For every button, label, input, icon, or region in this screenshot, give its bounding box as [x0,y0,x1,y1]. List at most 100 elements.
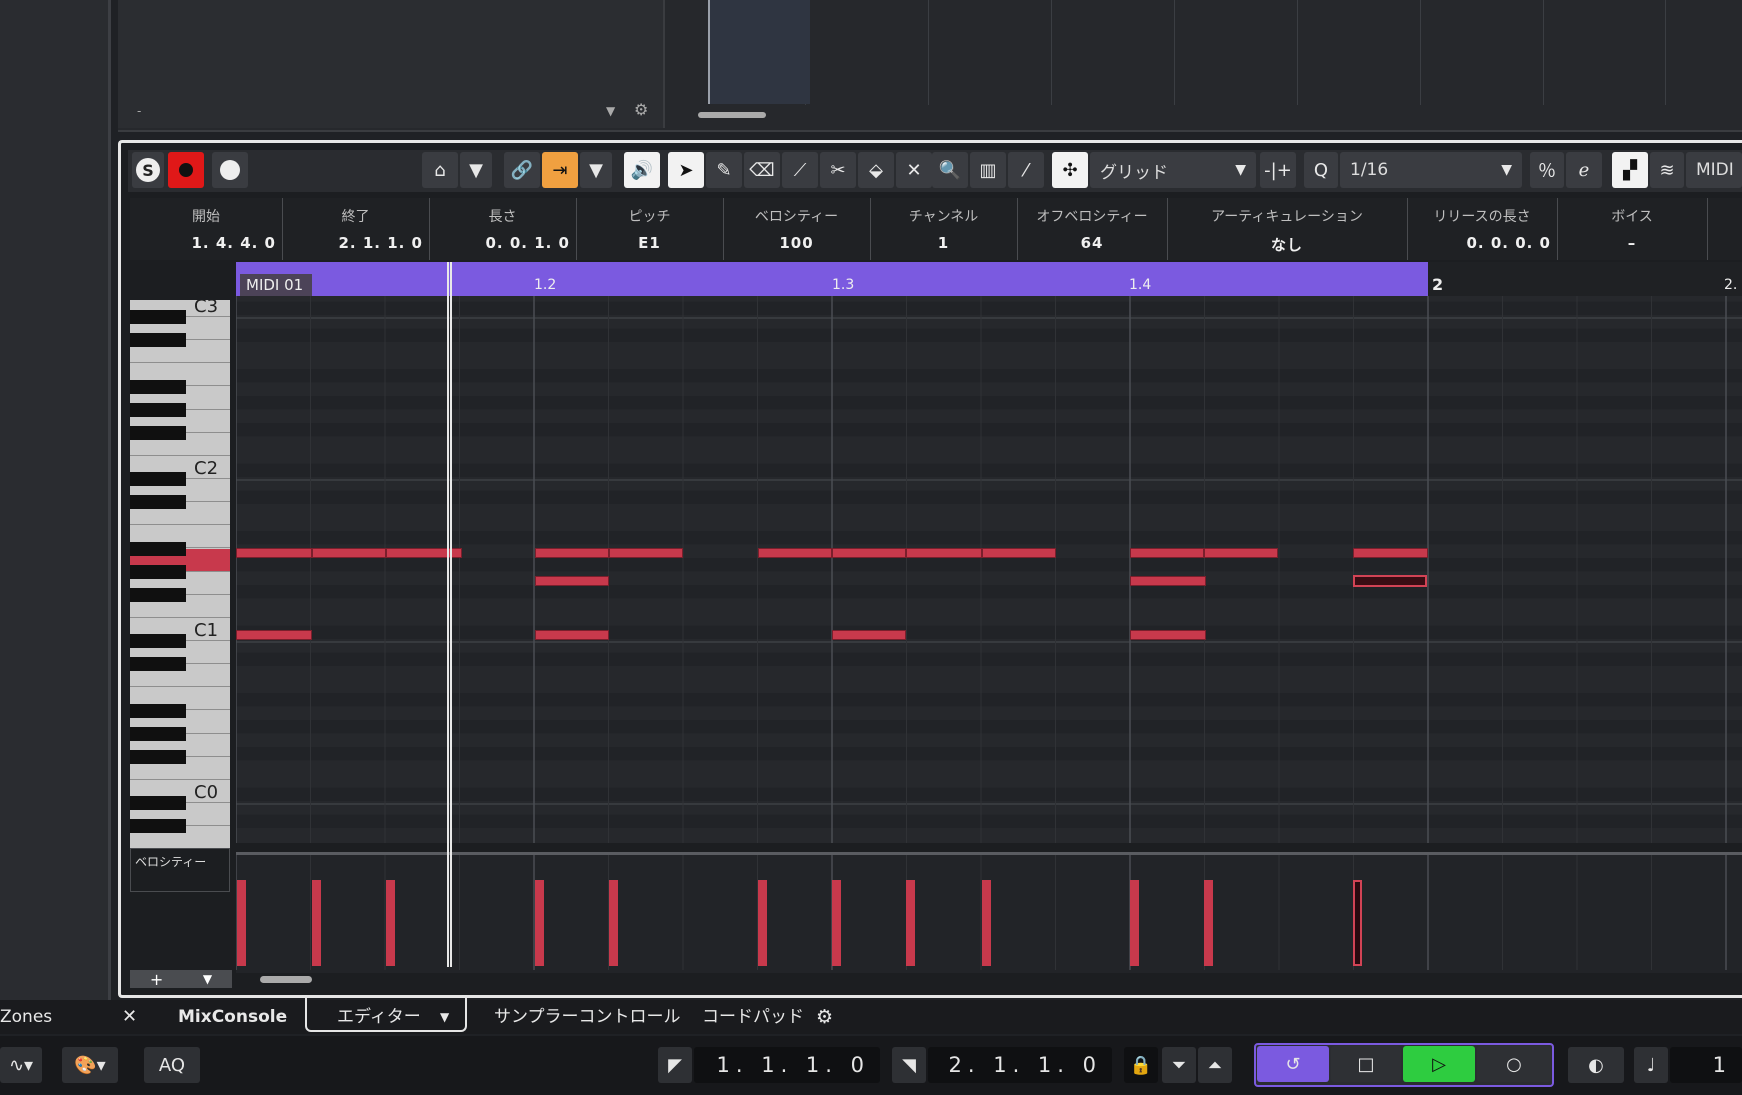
split-tool[interactable]: ✂ [820,152,856,188]
chevron-down-icon[interactable]: ▼ [440,1002,449,1032]
midi-note[interactable] [535,548,609,558]
record-in-editor-button[interactable] [168,152,204,188]
line-draw-tool[interactable]: ⁄ [1008,152,1044,188]
info-articulation[interactable]: アーティキュレーション なし [1167,198,1408,260]
line-tool[interactable]: ▥ [970,152,1006,188]
velocity-bar[interactable] [906,880,915,966]
midi-note[interactable] [832,548,906,558]
zoom-tool[interactable]: 🔍 [932,152,968,188]
auto-scroll-transport-button[interactable]: ◐ [1568,1047,1624,1083]
object-select-tool[interactable]: ➤ [668,152,704,188]
tab-sampler-control[interactable]: サンプラーコントロール [494,1002,681,1032]
midi-note[interactable] [236,630,312,640]
midi-note[interactable] [1353,548,1428,558]
metronome-button[interactable]: ♩ [1634,1047,1668,1083]
velocity-bar[interactable] [982,880,991,966]
project-cursor[interactable] [447,262,452,967]
snap-toggle-button[interactable]: ✣ [1052,152,1088,188]
midi-note[interactable] [1130,630,1206,640]
mute-tool[interactable]: ✕ [896,152,932,188]
piano-key-black[interactable] [130,796,186,811]
show-inspector-button[interactable]: ▞ [1612,152,1648,188]
link-button[interactable]: 🔗 [504,152,540,188]
velocity-bar[interactable] [386,880,395,966]
velocity-bar[interactable] [609,880,618,966]
midi-note[interactable] [982,548,1056,558]
piano-key-black[interactable] [130,541,186,556]
waveform-dropdown[interactable]: ∿▾ [0,1047,42,1083]
midi-note[interactable] [758,548,832,558]
info-off-velocity[interactable]: オフベロシティー 64 [1017,198,1168,260]
snap-live-input-button[interactable]: -|+ [1260,152,1296,188]
punch-out-button[interactable]: ⏶ [1198,1047,1232,1083]
info-voice[interactable]: ボイス – [1557,198,1708,260]
note-display-grid[interactable] [236,296,1742,843]
close-icon[interactable]: ✕ [122,1002,137,1032]
velocity-bar[interactable] [758,880,767,966]
right-locator-display[interactable]: 2. 1. 1. 0 [928,1047,1112,1083]
quantize-preset-select[interactable]: 1/16 ▼ [1340,152,1522,188]
piano-keyboard[interactable]: C3 C2 C1 C0 [130,300,230,848]
velocity-bar[interactable] [832,880,841,966]
info-end[interactable]: 終了 2. 1. 1. 0 [282,198,430,260]
midi-activity-dropdown[interactable]: 🎨▾ [62,1047,118,1083]
tab-mixconsole[interactable]: MixConsole [178,1002,287,1032]
tab-chord-pads[interactable]: コードパッド [702,1002,804,1032]
midi-note[interactable] [535,576,609,586]
midi-note[interactable] [1204,548,1278,558]
midi-note[interactable] [236,548,312,558]
part-dropdown-button[interactable]: ▼ [460,152,492,188]
piano-key-black[interactable] [130,425,186,440]
midi-menu-button[interactable]: MIDI [1686,152,1742,188]
chevron-down-icon[interactable]: ▼ [606,104,615,118]
piano-key-black[interactable] [130,726,186,741]
snap-type-select[interactable]: グリッド ▼ [1090,152,1256,188]
info-start[interactable]: 開始 1. 4. 4. 0 [130,198,283,260]
piano-key-black[interactable] [130,657,186,672]
punch-in-button[interactable]: ⏷ [1162,1047,1196,1083]
velocity-bar[interactable] [312,880,321,966]
auto-scroll-button[interactable] [212,152,248,188]
piano-key-black[interactable] [130,564,186,579]
play-button[interactable]: ▷ [1403,1046,1475,1082]
iterative-quantize-button[interactable]: ％ [1530,152,1564,188]
tab-zones[interactable]: Zones [0,1002,52,1032]
go-to-left-locator-button[interactable]: ◤ [658,1047,692,1083]
midi-note[interactable] [832,630,906,640]
info-pitch[interactable]: ピッチ E1 [576,198,724,260]
cycle-button[interactable]: ↺ [1257,1046,1329,1082]
velocity-bar[interactable] [237,880,246,966]
piano-key-black[interactable] [130,310,186,325]
glue-tool[interactable]: ⬙ [858,152,894,188]
quantize-setup-button[interactable]: ℯ [1566,152,1602,188]
piano-key-black[interactable] [130,402,186,417]
solo-editor-button[interactable]: S [132,152,164,188]
velocity-lane-label[interactable]: ベロシティー [130,848,230,892]
midi-note[interactable] [1130,548,1204,558]
velocity-bar[interactable] [535,880,544,966]
draw-tool[interactable]: ✎ [706,152,742,188]
tab-editor[interactable]: エディター [337,1002,421,1032]
lock-button[interactable]: 🔒 [1124,1047,1158,1083]
go-to-right-locator-button[interactable]: ◥ [892,1047,926,1083]
show-info-line-button[interactable]: ≋ [1650,152,1684,188]
info-channel[interactable]: チャンネル 1 [870,198,1018,260]
aq-button[interactable]: AQ [144,1047,200,1083]
erase-tool[interactable]: ⌫ [744,152,780,188]
piano-key-black[interactable] [130,495,186,510]
chevron-down-icon[interactable]: ▼ [203,972,212,986]
project-event-clip[interactable] [708,0,810,104]
midi-note[interactable] [535,630,609,640]
velocity-bar[interactable] [1204,880,1213,966]
midi-note[interactable] [906,548,982,558]
midi-part-button[interactable]: ⌂ [422,152,458,188]
quantize-button[interactable]: Q [1304,152,1338,188]
left-locator-display[interactable]: 1. 1. 1. 0 [694,1047,880,1083]
midi-note-selected[interactable] [1353,575,1427,587]
piano-key-black[interactable] [130,472,186,487]
piano-key-black[interactable] [130,379,186,394]
stop-button[interactable]: □ [1331,1046,1401,1082]
piano-key-black[interactable] [130,634,186,649]
record-button[interactable]: ○ [1477,1046,1551,1082]
info-release-length[interactable]: リリースの長さ 0. 0. 0. 0 [1407,198,1558,260]
